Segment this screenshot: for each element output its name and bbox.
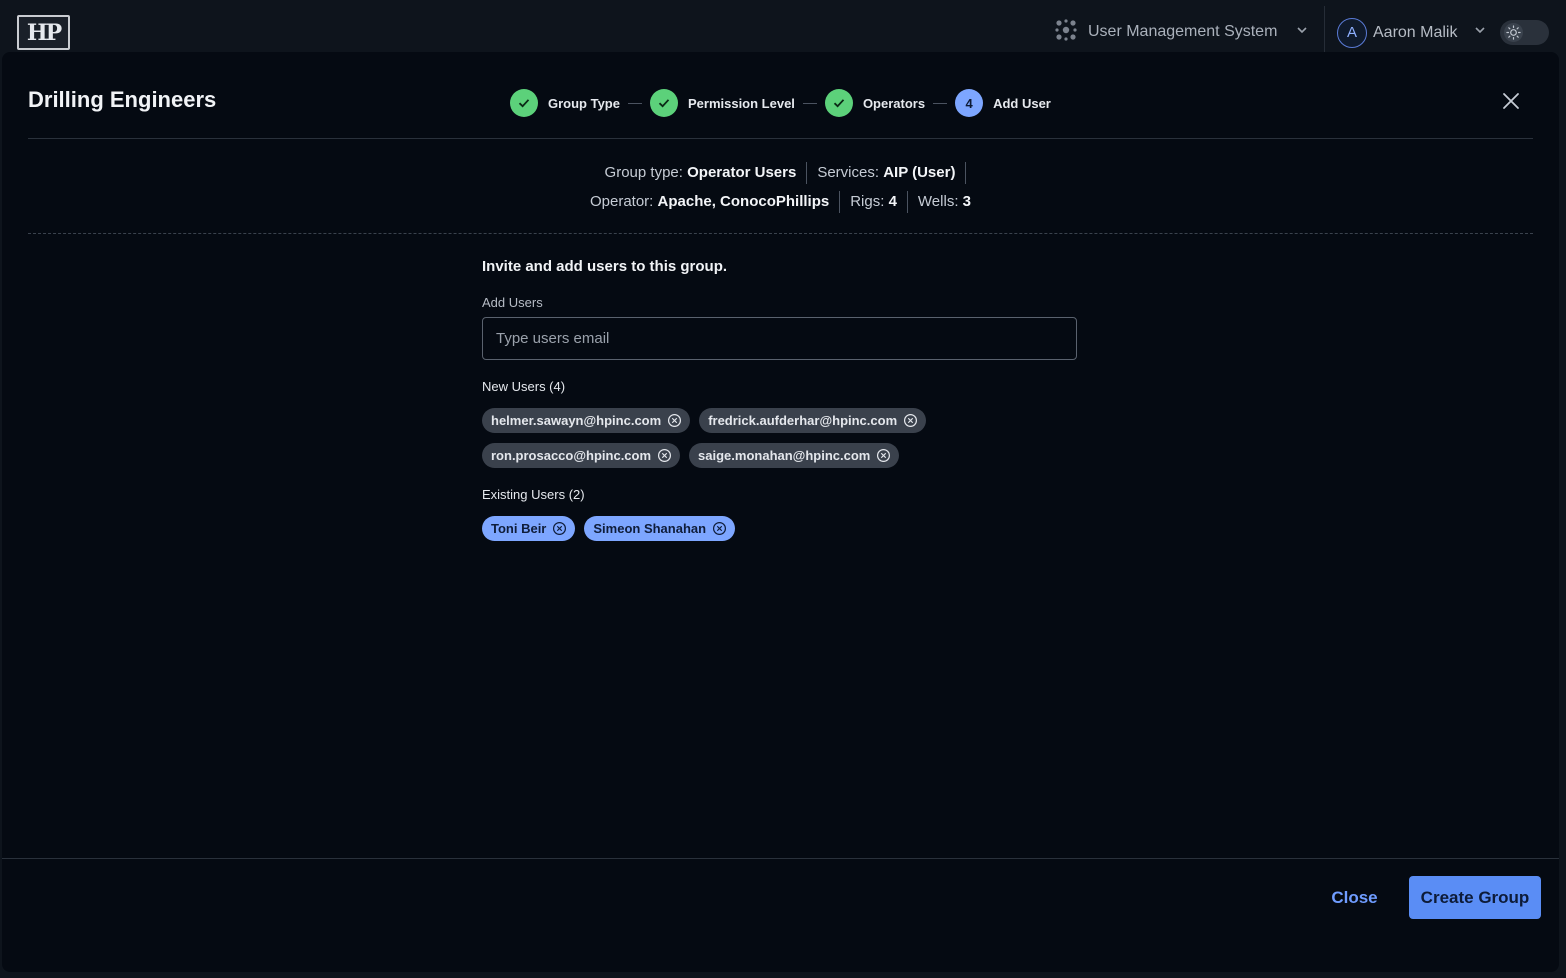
- user-chip: helmer.sawayn@hpinc.com: [482, 408, 691, 433]
- summary-operator: Operator: Apache, ConocoPhillips: [580, 191, 841, 213]
- stepper: Group Type Permission Level Operators 4 …: [510, 88, 1051, 118]
- app-switcher[interactable]: User Management System: [1054, 18, 1309, 46]
- summary-group-type: Group type: Operator Users: [595, 162, 808, 184]
- user-chip: fredrick.aufderhar@hpinc.com: [699, 408, 927, 433]
- user-menu[interactable]: A Aaron Malik: [1337, 17, 1487, 48]
- remove-icon[interactable]: [667, 413, 682, 428]
- modal-title: Drilling Engineers: [28, 87, 217, 112]
- hp-logo[interactable]: HP: [17, 15, 70, 50]
- remove-icon[interactable]: [903, 413, 918, 428]
- step-connector: [802, 102, 817, 104]
- group-summary: Group type: Operator Users Services: AIP…: [2, 162, 1559, 220]
- step-label: Operators: [862, 95, 926, 111]
- new-users-list: helmer.sawayn@hpinc.com fredrick.aufderh…: [482, 408, 952, 468]
- user-chip: saige.monahan@hpinc.com: [689, 443, 900, 468]
- add-users-label: Add Users: [482, 295, 543, 310]
- chevron-down-icon: [1473, 23, 1487, 42]
- avatar: A: [1337, 17, 1367, 48]
- remove-icon[interactable]: [552, 521, 567, 536]
- user-chip: Toni Beir: [482, 516, 576, 541]
- email-input[interactable]: [482, 317, 1077, 360]
- user-name: Aaron Malik: [1373, 23, 1458, 41]
- header-divider: [1324, 6, 1325, 56]
- step-label: Add User: [993, 95, 1051, 111]
- remove-icon[interactable]: [712, 521, 727, 536]
- theme-toggle[interactable]: [1500, 20, 1549, 45]
- summary-wells: Wells: 3: [917, 193, 971, 210]
- app-switcher-label: User Management System: [1088, 23, 1278, 40]
- apps-cluster-icon: [1054, 18, 1078, 47]
- existing-users-list: Toni Beir Simeon Shanahan: [482, 516, 952, 541]
- chevron-down-icon: [1295, 23, 1309, 42]
- user-chip: ron.prosacco@hpinc.com: [482, 443, 681, 468]
- step-label: Group Type: [548, 95, 620, 111]
- summary-services: Services: AIP (User): [807, 162, 967, 184]
- remove-icon[interactable]: [657, 448, 672, 463]
- sun-icon: [1504, 23, 1523, 42]
- check-icon: [510, 89, 538, 117]
- step-operators[interactable]: Operators: [824, 89, 926, 117]
- close-button[interactable]: Close: [1317, 878, 1392, 918]
- step-connector: [627, 102, 642, 104]
- close-icon[interactable]: [1500, 90, 1522, 112]
- invite-title: Invite and add users to this group.: [482, 258, 728, 275]
- footer-divider: [2, 858, 1559, 859]
- check-icon: [824, 89, 853, 117]
- step-number: 4: [955, 89, 984, 117]
- step-permission-level[interactable]: Permission Level: [649, 89, 795, 117]
- user-chip: Simeon Shanahan: [584, 516, 736, 541]
- new-users-label: New Users (4): [482, 379, 566, 394]
- step-connector: [933, 102, 948, 104]
- check-icon: [649, 89, 678, 117]
- dotted-divider: [28, 233, 1533, 234]
- create-group-modal: Drilling Engineers Group Type Permission…: [2, 52, 1559, 972]
- remove-icon[interactable]: [876, 448, 891, 463]
- add-users-section: Invite and add users to this group. Add …: [482, 258, 1077, 541]
- step-add-user[interactable]: 4 Add User: [955, 89, 1051, 117]
- step-label: Permission Level: [687, 95, 795, 111]
- divider: [28, 138, 1533, 139]
- step-group-type[interactable]: Group Type: [510, 89, 620, 117]
- summary-rigs: Rigs: 4: [840, 191, 908, 213]
- create-group-button[interactable]: Create Group: [1409, 876, 1541, 919]
- existing-users-label: Existing Users (2): [482, 487, 585, 502]
